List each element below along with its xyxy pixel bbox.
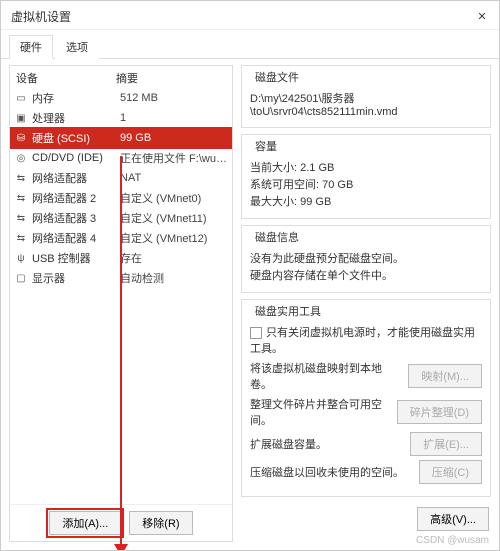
usb-icon: ψ bbox=[14, 251, 28, 265]
hardware-label: 处理器 bbox=[32, 110, 116, 126]
memory-icon: ▭ bbox=[14, 91, 28, 105]
window-title: 虚拟机设置 bbox=[11, 8, 71, 25]
hardware-label: CD/DVD (IDE) bbox=[32, 152, 116, 164]
tab-strip: 硬件 选项 bbox=[1, 30, 499, 59]
map-button[interactable]: 映射(M)... bbox=[408, 364, 482, 388]
hardware-summary: 正在使用文件 F:\wutool\Cent... bbox=[120, 150, 228, 166]
hardware-label: 网络适配器 4 bbox=[32, 230, 116, 246]
hardware-summary: 自定义 (VMnet0) bbox=[120, 190, 228, 206]
poweroff-note: 只有关闭虚拟机电源时，才能使用磁盘实用工具。 bbox=[250, 324, 482, 356]
defrag-text: 整理文件碎片并整合可用空间。 bbox=[250, 396, 391, 428]
hardware-summary: NAT bbox=[120, 172, 228, 184]
disk-info-group: 磁盘信息 没有为此硬盘预分配磁盘空间。 硬盘内容存储在单个文件中。 bbox=[241, 225, 491, 293]
hardware-label: 内存 bbox=[32, 90, 116, 106]
hardware-row[interactable]: ▭ 内存 512 MB bbox=[10, 88, 232, 108]
checkbox-icon bbox=[250, 327, 262, 339]
cd-icon: ◎ bbox=[14, 151, 28, 165]
vm-settings-window: 虚拟机设置 ✕ 硬件 选项 设备 摘要 ▭ 内存 512 MB ▣ 处理器 1 ⛁ 硬盘 (S… bbox=[0, 0, 500, 551]
capacity-group: 容量 当前大小: 2.1 GB 系统可用空间: 70 GB 最大大小: 99 G… bbox=[241, 134, 491, 219]
disk-utilities-group: 磁盘实用工具 只有关闭虚拟机电源时，才能使用磁盘实用工具。 将该虚拟机磁盘映射到… bbox=[241, 299, 491, 497]
hardware-summary: 自动检测 bbox=[120, 270, 228, 286]
cpu-icon: ▣ bbox=[14, 111, 28, 125]
utilities-title: 磁盘实用工具 bbox=[252, 303, 324, 319]
expand-text: 扩展磁盘容量。 bbox=[250, 436, 404, 452]
content-area: 设备 摘要 ▭ 内存 512 MB ▣ 处理器 1 ⛁ 硬盘 (SCSI) 99 GB ◎ CD/D… bbox=[1, 59, 499, 550]
max-size-value: 99 GB bbox=[300, 196, 331, 208]
tab-options[interactable]: 选项 bbox=[55, 35, 99, 59]
disk-info-line2: 硬盘内容存储在单个文件中。 bbox=[250, 267, 482, 283]
hardware-label: USB 控制器 bbox=[32, 250, 116, 266]
disk-info-title: 磁盘信息 bbox=[252, 229, 302, 245]
hardware-summary: 自定义 (VMnet12) bbox=[120, 230, 228, 246]
add-button[interactable]: 添加(A)... bbox=[49, 511, 121, 535]
detail-panel: 磁盘文件 D:\my\242501\服务器\toU\srvr04\cts8521… bbox=[241, 65, 491, 542]
disk-file-label: 磁盘文件 bbox=[252, 69, 302, 85]
sysfree-label: 系统可用空间: bbox=[250, 179, 319, 191]
nic-icon: ⇆ bbox=[14, 171, 28, 185]
capacity-title: 容量 bbox=[252, 138, 280, 154]
disk-file-group: 磁盘文件 D:\my\242501\服务器\toU\srvr04\cts8521… bbox=[241, 65, 491, 128]
hardware-label: 显示器 bbox=[32, 270, 116, 286]
disk-file-path: D:\my\242501\服务器\toU\srvr04\cts852111min… bbox=[250, 90, 482, 118]
tab-hardware[interactable]: 硬件 bbox=[9, 35, 53, 59]
nic-icon: ⇆ bbox=[14, 231, 28, 245]
hardware-label: 网络适配器 2 bbox=[32, 190, 116, 206]
hardware-header: 设备 摘要 bbox=[10, 66, 232, 88]
titlebar: 虚拟机设置 ✕ bbox=[1, 1, 499, 30]
col-summary: 摘要 bbox=[116, 70, 138, 86]
hardware-summary: 1 bbox=[120, 112, 228, 124]
nic-icon: ⇆ bbox=[14, 191, 28, 205]
advanced-button[interactable]: 高级(V)... bbox=[417, 507, 489, 531]
hardware-row[interactable]: ▣ 处理器 1 bbox=[10, 108, 232, 128]
detail-footer: 高级(V)... bbox=[241, 503, 491, 535]
hardware-summary: 99 GB bbox=[120, 132, 228, 144]
hardware-summary: 存在 bbox=[120, 250, 228, 266]
compact-text: 压缩磁盘以回收未使用的空间。 bbox=[250, 464, 413, 480]
disk-icon: ⛁ bbox=[14, 131, 28, 145]
annotation-arrow-head bbox=[114, 544, 128, 550]
annotation-arrow-line bbox=[120, 156, 122, 546]
current-size-value: 2.1 GB bbox=[300, 162, 334, 174]
hardware-summary: 512 MB bbox=[120, 92, 228, 104]
remove-button[interactable]: 移除(R) bbox=[129, 511, 192, 535]
disk-info-line1: 没有为此硬盘预分配磁盘空间。 bbox=[250, 250, 482, 266]
map-text: 将该虚拟机磁盘映射到本地卷。 bbox=[250, 360, 402, 392]
display-icon: ▢ bbox=[14, 271, 28, 285]
hardware-label: 硬盘 (SCSI) bbox=[32, 130, 116, 146]
max-size-label: 最大大小: bbox=[250, 196, 297, 208]
close-icon[interactable]: ✕ bbox=[473, 7, 491, 25]
defrag-button[interactable]: 碎片整理(D) bbox=[397, 400, 482, 424]
hardware-row[interactable]: ⛁ 硬盘 (SCSI) 99 GB bbox=[10, 128, 232, 148]
hardware-label: 网络适配器 bbox=[32, 170, 116, 186]
current-size-label: 当前大小: bbox=[250, 162, 297, 174]
col-device: 设备 bbox=[16, 70, 116, 86]
compact-button[interactable]: 压缩(C) bbox=[419, 460, 482, 484]
hardware-label: 网络适配器 3 bbox=[32, 210, 116, 226]
expand-button[interactable]: 扩展(E)... bbox=[410, 432, 482, 456]
hardware-summary: 自定义 (VMnet11) bbox=[120, 210, 228, 226]
hardware-panel: 设备 摘要 ▭ 内存 512 MB ▣ 处理器 1 ⛁ 硬盘 (SCSI) 99 GB ◎ CD/D… bbox=[9, 65, 233, 542]
watermark: CSDN @wusam bbox=[416, 535, 489, 546]
sysfree-value: 70 GB bbox=[322, 179, 353, 191]
nic-icon: ⇆ bbox=[14, 211, 28, 225]
